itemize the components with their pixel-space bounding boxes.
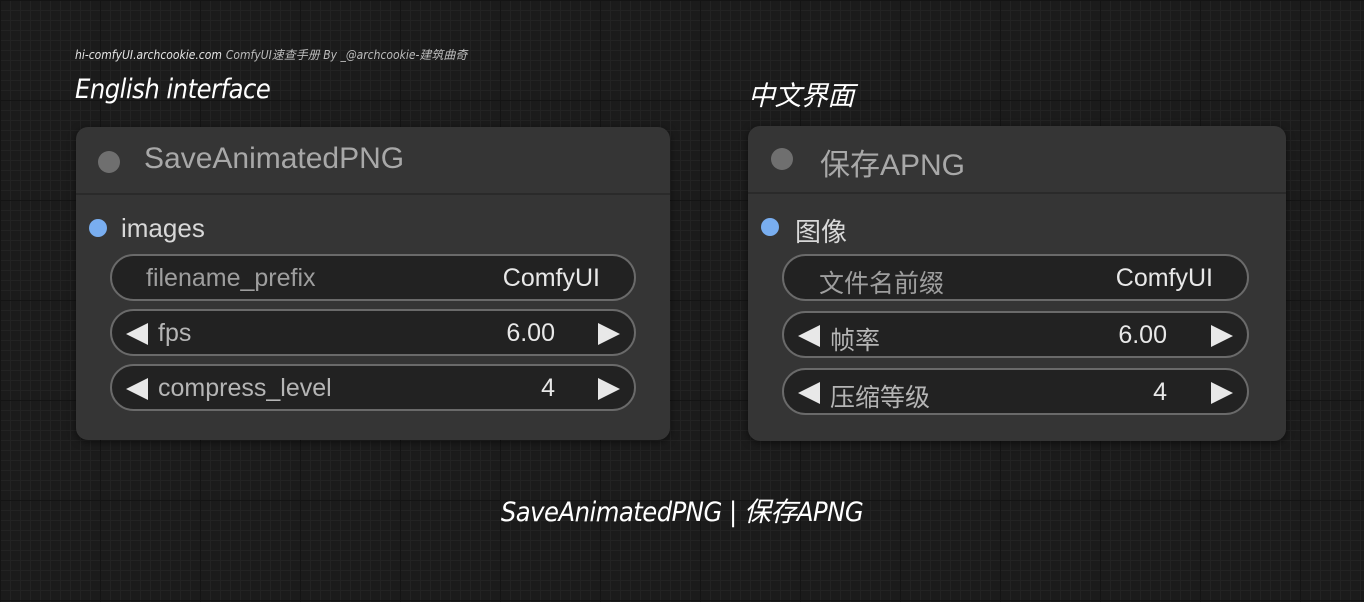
compress-level-stepper[interactable]: compress_level 4 (110, 364, 636, 411)
node-header[interactable]: 保存APNG (748, 126, 1286, 194)
input-connector-dot[interactable] (89, 219, 107, 237)
watermark: hi-comfyUI.archcookie.com ComfyUI速查手册 By … (75, 46, 467, 63)
increment-arrow-icon[interactable] (598, 378, 620, 400)
widget-label: filename_prefix (146, 264, 316, 292)
input-connector-dot[interactable] (761, 218, 779, 236)
widget-value: 6.00 (506, 319, 555, 347)
footer-caption: SaveAnimatedPNG | 保存APNG (500, 497, 864, 528)
node-header[interactable]: SaveAnimatedPNG (76, 127, 670, 195)
node-title: 保存APNG (820, 149, 966, 182)
increment-arrow-icon[interactable] (1211, 325, 1233, 347)
node-collapse-dot[interactable] (98, 151, 120, 173)
fps-stepper[interactable]: fps 6.00 (110, 309, 636, 356)
english-interface-label: English interface (75, 74, 271, 105)
watermark-text: ComfyUI速查手册 By _@archcookie-建筑曲奇 (225, 48, 468, 62)
widget-label: compress_level (158, 374, 332, 402)
widget-label: fps (158, 319, 192, 347)
widget-value: 4 (541, 374, 555, 402)
widget-label: 文件名前缀 (819, 270, 945, 298)
decrement-arrow-icon[interactable] (126, 323, 148, 345)
filename-prefix-field[interactable]: filename_prefix ComfyUI (110, 254, 636, 301)
chinese-interface-label: 中文界面 (748, 81, 855, 112)
decrement-arrow-icon[interactable] (798, 325, 820, 347)
widget-value: ComfyUI (1115, 264, 1213, 292)
watermark-domain: hi-comfyUI.archcookie.com (75, 48, 222, 62)
decrement-arrow-icon[interactable] (126, 378, 148, 400)
node-collapse-dot[interactable] (771, 148, 793, 170)
widget-label: 帧率 (830, 327, 881, 355)
compress-level-stepper[interactable]: 压缩等级 4 (782, 368, 1249, 415)
input-slot-images[interactable]: images (76, 195, 670, 253)
input-slot-images[interactable]: 图像 (748, 194, 1286, 252)
node-save-apng-chinese[interactable]: 保存APNG 图像 文件名前缀 ComfyUI 帧率 6.00 压缩等级 4 (748, 126, 1286, 441)
decrement-arrow-icon[interactable] (798, 382, 820, 404)
increment-arrow-icon[interactable] (598, 323, 620, 345)
node-save-animated-png-english[interactable]: SaveAnimatedPNG images filename_prefix C… (76, 127, 670, 440)
filename-prefix-field[interactable]: 文件名前缀 ComfyUI (782, 254, 1249, 301)
widget-label: 压缩等级 (830, 384, 931, 412)
input-label: 图像 (795, 217, 848, 247)
widget-value: 6.00 (1118, 321, 1167, 349)
widget-value: ComfyUI (502, 264, 600, 292)
node-title: SaveAnimatedPNG (144, 142, 405, 175)
widget-value: 4 (1153, 378, 1167, 406)
input-label: images (121, 213, 205, 243)
increment-arrow-icon[interactable] (1211, 382, 1233, 404)
fps-stepper[interactable]: 帧率 6.00 (782, 311, 1249, 358)
